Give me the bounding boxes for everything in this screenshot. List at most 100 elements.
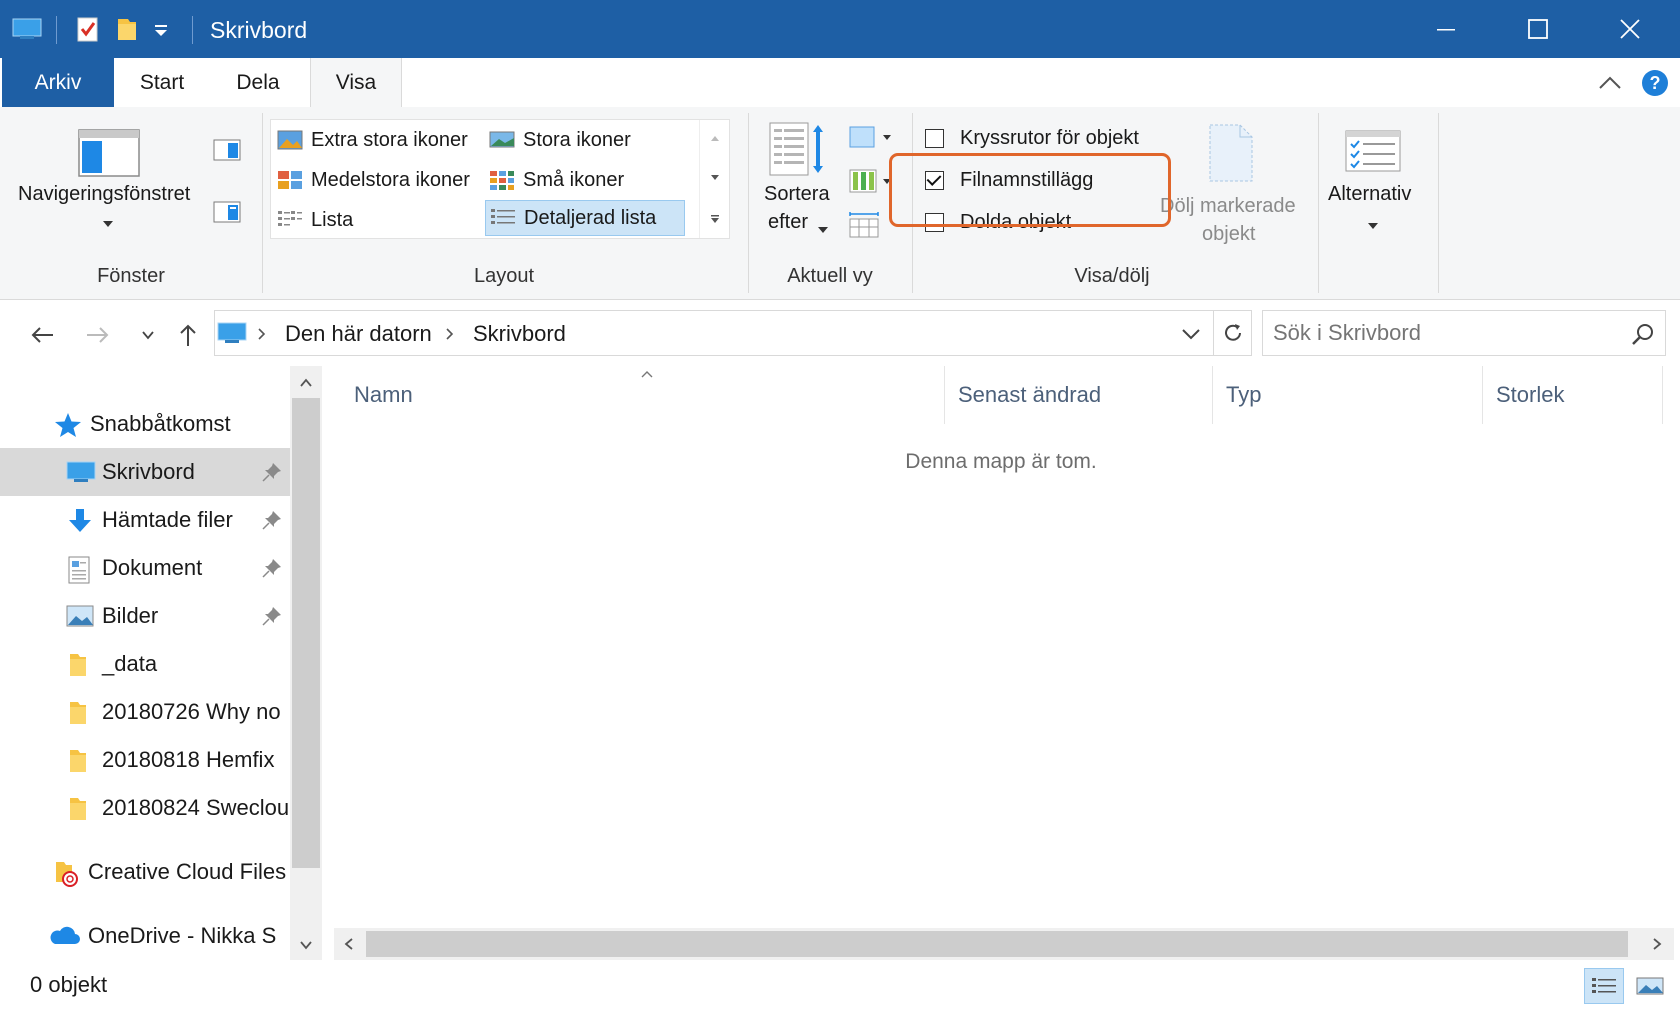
- hide-selected-label-1[interactable]: Dölj markerade: [1160, 195, 1296, 218]
- breadcrumb-separator-icon: [445, 327, 455, 346]
- scroll-left-icon[interactable]: [344, 937, 354, 951]
- scroll-right-icon[interactable]: [1652, 937, 1662, 951]
- title-bar: Skrivbord: [0, 0, 1680, 58]
- nav-quick-access[interactable]: Snabbåtkomst: [0, 400, 290, 448]
- sort-by-label-2[interactable]: efter: [768, 211, 808, 234]
- properties-icon[interactable]: [76, 14, 100, 44]
- scroll-down-icon[interactable]: [299, 940, 313, 950]
- address-bar[interactable]: Den här datorn Skrivbord: [214, 310, 1214, 356]
- close-button[interactable]: [1584, 0, 1676, 58]
- layout-medium-icons[interactable]: Medelstora ikoner: [277, 162, 470, 198]
- column-name[interactable]: Namn: [342, 366, 952, 424]
- help-icon[interactable]: ?: [1640, 68, 1670, 98]
- sort-by-icon[interactable]: [768, 121, 828, 184]
- customize-toolbar-icon[interactable]: [152, 14, 170, 44]
- tab-visa[interactable]: Visa: [310, 58, 402, 109]
- nav-item-downloads[interactable]: Hämtade filer: [0, 496, 290, 544]
- hide-selected-icon[interactable]: [1208, 123, 1254, 188]
- layout-gallery-scroll[interactable]: [699, 120, 729, 238]
- highlight-annotation: [889, 153, 1171, 227]
- pin-icon[interactable]: [262, 558, 282, 578]
- ribbon: Navigeringsfönstret Fönster Extra stora …: [0, 107, 1680, 300]
- group-label-fonster: Fönster: [97, 265, 165, 287]
- star-icon: [54, 412, 82, 437]
- column-type[interactable]: Typ: [1214, 366, 1474, 424]
- nav-scrollbar[interactable]: [290, 366, 322, 960]
- this-pc-icon: [217, 321, 247, 350]
- navigation-pane-button[interactable]: Navigeringsfönstret: [18, 183, 190, 206]
- breadcrumb-desktop[interactable]: Skrivbord: [473, 311, 566, 357]
- desktop-icon: [66, 460, 96, 484]
- folder-icon: [66, 748, 94, 772]
- navigation-pane-icon[interactable]: [78, 129, 140, 177]
- search-icon[interactable]: [1631, 322, 1655, 351]
- nav-item-folder-20180824[interactable]: 20180824 Swecloud: [0, 784, 290, 832]
- pin-icon[interactable]: [262, 510, 282, 530]
- pin-icon[interactable]: [262, 462, 282, 482]
- new-folder-icon[interactable]: [114, 14, 140, 44]
- details-pane-icon[interactable]: [213, 201, 241, 228]
- desktop-icon: [12, 14, 42, 44]
- nav-onedrive[interactable]: OneDrive - Nikka S: [0, 912, 290, 960]
- group-by-icon[interactable]: [848, 125, 896, 156]
- file-list: Namn Senast ändrad Typ Storlek Denna map…: [322, 366, 1680, 960]
- address-row: Den här datorn Skrivbord: [0, 300, 1680, 366]
- options-button[interactable]: Alternativ: [1328, 183, 1411, 206]
- size-columns-icon[interactable]: [848, 211, 880, 244]
- onedrive-cloud-icon: [48, 924, 80, 948]
- recent-locations-button[interactable]: [130, 318, 166, 352]
- search-input[interactable]: [1273, 311, 1613, 355]
- nav-scrollbar-thumb[interactable]: [292, 398, 320, 868]
- status-bar: 0 objekt: [0, 960, 1680, 1010]
- tab-dela[interactable]: Dela: [210, 58, 306, 108]
- nav-item-documents[interactable]: Dokument: [0, 544, 290, 592]
- tab-start[interactable]: Start: [114, 58, 210, 108]
- options-chevron-down-icon[interactable]: [1367, 217, 1379, 235]
- nav-creative-cloud[interactable]: Creative Cloud Files: [0, 848, 290, 896]
- medium-icons-icon: [277, 169, 303, 191]
- back-button[interactable]: [24, 318, 60, 352]
- sort-chevron-down-icon[interactable]: [817, 221, 829, 239]
- tab-arkiv[interactable]: Arkiv: [2, 58, 114, 108]
- details-list-icon: [490, 207, 516, 229]
- preview-pane-icon[interactable]: [213, 139, 241, 166]
- nav-item-folder-data[interactable]: _data: [0, 640, 290, 688]
- options-icon[interactable]: [1344, 129, 1402, 178]
- column-date-modified[interactable]: Senast ändrad: [946, 366, 1206, 424]
- layout-large-icons[interactable]: Stora ikoner: [489, 122, 631, 158]
- layout-details[interactable]: Detaljerad lista: [485, 200, 685, 236]
- maximize-button[interactable]: [1492, 0, 1584, 58]
- chevron-down-icon[interactable]: [102, 215, 114, 233]
- search-box[interactable]: [1262, 310, 1666, 356]
- breadcrumb-this-pc[interactable]: Den här datorn: [285, 311, 432, 357]
- nav-item-pictures[interactable]: Bilder: [0, 592, 290, 640]
- minimize-button[interactable]: [1400, 0, 1492, 58]
- layout-list[interactable]: Lista: [277, 202, 353, 238]
- nav-item-desktop[interactable]: Skrivbord: [0, 448, 290, 496]
- nav-item-folder-20180818[interactable]: 20180818 Hemfix: [0, 736, 290, 784]
- layout-extra-large-icons[interactable]: Extra stora ikoner: [277, 122, 468, 158]
- up-button[interactable]: [170, 318, 206, 352]
- creative-cloud-icon: [52, 860, 80, 887]
- item-checkboxes-label[interactable]: Kryssrutor för objekt: [960, 127, 1139, 150]
- small-icons-icon: [489, 169, 515, 191]
- column-size[interactable]: Storlek: [1484, 366, 1664, 424]
- large-icons-icon: [489, 129, 515, 151]
- address-dropdown-icon[interactable]: [1181, 327, 1201, 346]
- refresh-button[interactable]: [1214, 310, 1252, 356]
- nav-item-folder-20180726[interactable]: 20180726 Why no: [0, 688, 290, 736]
- details-view-button[interactable]: [1584, 968, 1624, 1004]
- collapse-ribbon-icon[interactable]: [1596, 70, 1624, 98]
- download-icon: [66, 508, 94, 532]
- hide-selected-label-2[interactable]: objekt: [1202, 223, 1255, 246]
- large-icons-view-button[interactable]: [1630, 968, 1670, 1004]
- horizontal-scrollbar-thumb[interactable]: [366, 931, 1628, 957]
- pin-icon[interactable]: [262, 606, 282, 626]
- item-checkboxes-checkbox[interactable]: [925, 129, 944, 148]
- layout-small-icons[interactable]: Små ikoner: [489, 162, 624, 198]
- forward-button[interactable]: [80, 318, 116, 352]
- scroll-up-icon[interactable]: [299, 378, 313, 388]
- folder-icon: [66, 700, 94, 724]
- horizontal-scrollbar[interactable]: [334, 928, 1674, 960]
- sort-by-label-1[interactable]: Sortera: [764, 183, 830, 206]
